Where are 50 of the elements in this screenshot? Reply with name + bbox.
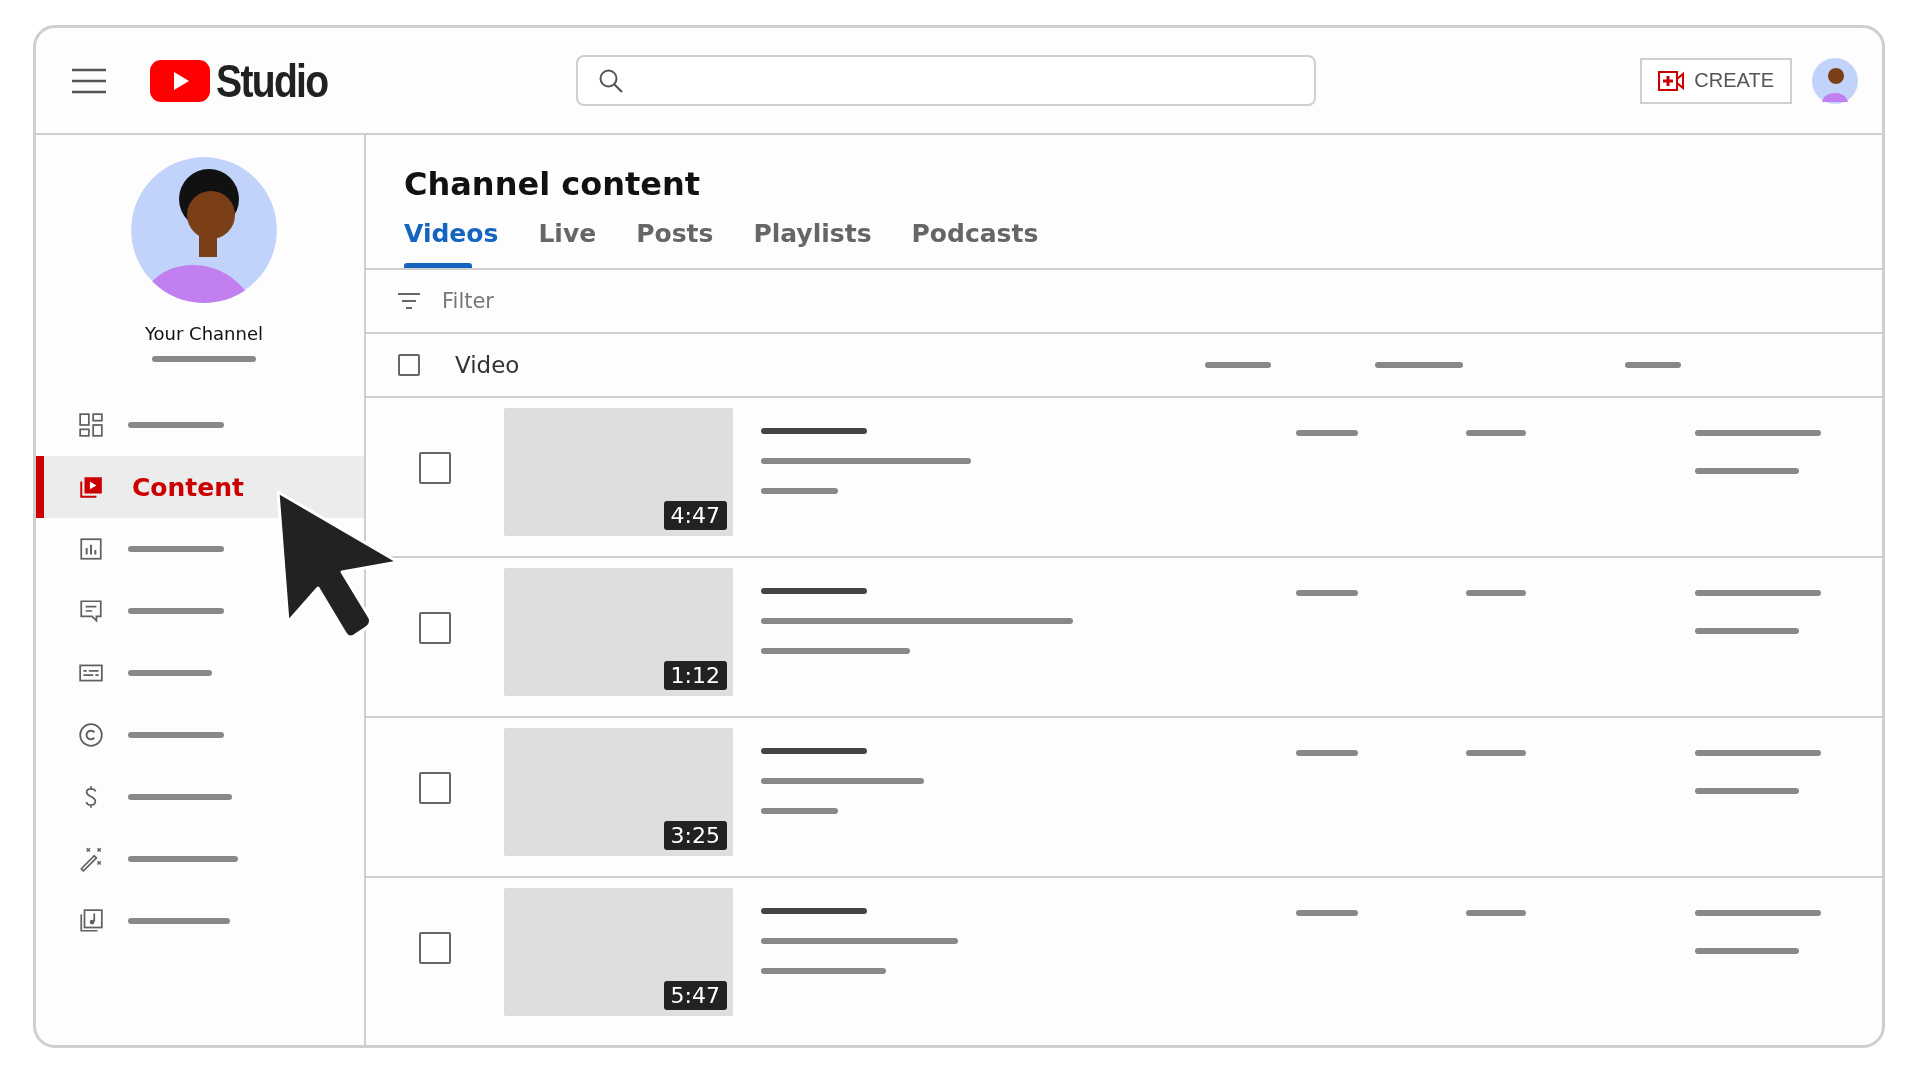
placeholder-line [1205, 362, 1271, 368]
placeholder-line [1296, 430, 1358, 436]
checkbox[interactable] [398, 354, 420, 376]
checkbox[interactable] [419, 932, 451, 964]
nav-icon [78, 722, 104, 748]
video-thumbnail[interactable]: 1:12 [504, 568, 733, 696]
video-thumbnail[interactable]: 5:47 [504, 888, 733, 1016]
channel-name: Your Channel [144, 323, 263, 344]
placeholder-line [1625, 362, 1681, 368]
search-icon [598, 67, 625, 94]
search-field[interactable] [576, 55, 1317, 106]
placeholder-line [1466, 590, 1526, 596]
tab[interactable]: Videos [404, 219, 499, 268]
page-title: Channel content [404, 165, 702, 203]
placeholder-line [1296, 750, 1358, 756]
filter-icon[interactable] [398, 292, 420, 310]
tab[interactable]: Podcasts [911, 219, 1039, 268]
video-duration: 3:25 [663, 821, 727, 850]
nav-icon [78, 908, 104, 934]
video-duration: 4:47 [663, 501, 727, 530]
placeholder-line [1466, 750, 1526, 756]
column-header: Video [455, 352, 521, 378]
tab[interactable]: Playlists [753, 219, 872, 268]
nav-icon [78, 474, 104, 500]
create-button[interactable]: CREATE [1640, 57, 1792, 104]
video-thumbnail[interactable]: 3:25 [504, 728, 733, 856]
placeholder-line [1466, 430, 1526, 436]
checkbox[interactable] [419, 612, 451, 644]
nav-icon [78, 536, 104, 562]
menu-icon[interactable] [72, 67, 106, 94]
nav-label: Content [132, 472, 244, 502]
logo-text: Studio [216, 53, 328, 108]
nav-icon [78, 846, 104, 872]
filter-field[interactable]: Filter [440, 288, 744, 314]
placeholder-line [1466, 910, 1526, 916]
sidebar-item[interactable]: Content [36, 456, 364, 518]
tab[interactable]: Posts [636, 219, 714, 268]
video-plus-icon [1658, 69, 1685, 92]
video-thumbnail[interactable]: 4:47 [504, 408, 733, 536]
video-duration: 5:47 [663, 981, 727, 1010]
placeholder-line [1296, 910, 1358, 916]
checkbox[interactable] [419, 452, 451, 484]
video-duration: 1:12 [663, 661, 727, 690]
checkbox[interactable] [419, 772, 451, 804]
tab[interactable]: Live [538, 219, 597, 268]
nav-icon [78, 598, 104, 624]
nav-icon [78, 412, 104, 438]
play-logo-icon [150, 59, 210, 102]
placeholder-line [1296, 590, 1358, 596]
avatar[interactable] [1812, 57, 1858, 104]
